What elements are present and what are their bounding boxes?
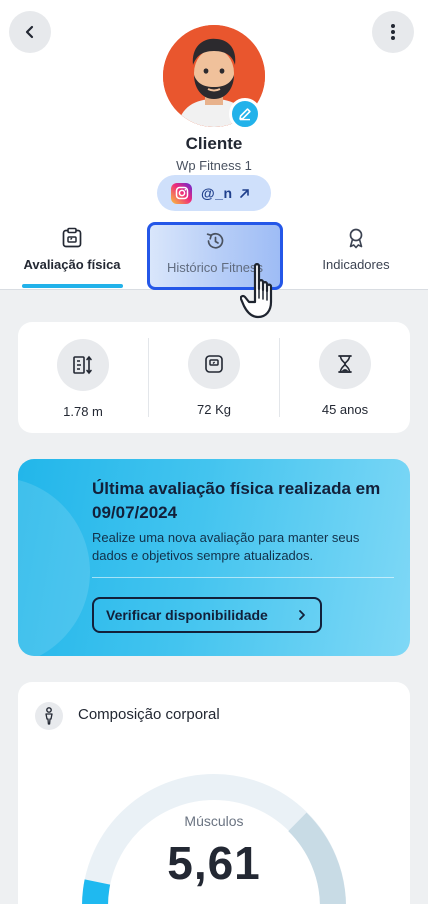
history-icon	[150, 230, 280, 254]
chevron-left-icon	[25, 25, 34, 39]
weight-value: 72 Kg	[197, 402, 231, 417]
height-value: 1.78 m	[63, 404, 103, 419]
body-stats-card: 1.78 m 72 Kg 45 anos	[18, 322, 410, 433]
pencil-icon	[239, 108, 251, 121]
scale-clipboard-icon	[12, 227, 132, 251]
chevron-right-icon	[298, 609, 306, 621]
banner-title: Última avaliação física realizada em 09/…	[92, 479, 381, 522]
hourglass-icon	[319, 339, 371, 389]
more-vertical-icon	[391, 24, 395, 40]
client-name: Cliente	[185, 134, 243, 153]
tab-label: Indicadores	[322, 257, 390, 272]
check-availability-button[interactable]: Verificar disponibilidade	[92, 597, 322, 633]
back-button[interactable]	[9, 11, 51, 53]
height-icon	[57, 339, 109, 391]
body-composition-card: Composição corporal Músculos 5,61	[18, 682, 410, 904]
stat-age: 45 anos	[279, 338, 410, 417]
last-assessment-banner: Última avaliação física realizada em 09/…	[18, 459, 410, 656]
instagram-icon	[171, 182, 192, 204]
button-label: Verificar disponibilidade	[106, 607, 268, 623]
instagram-handle: @_n	[201, 185, 233, 201]
award-icon	[300, 227, 412, 251]
profile-header: Cliente Wp Fitness 1 @_n Avaliação físic…	[0, 0, 428, 290]
gauge-value: 5,61	[167, 837, 261, 889]
edit-photo-button[interactable]	[229, 98, 261, 130]
tab-label: Avaliação física	[23, 257, 121, 272]
age-value: 45 anos	[321, 402, 369, 417]
company-name: Wp Fitness 1	[176, 158, 252, 173]
decorative-arc	[18, 477, 90, 656]
instagram-link[interactable]: @_n	[157, 175, 271, 211]
composition-title: Composição corporal	[78, 706, 220, 723]
avatar-container	[163, 25, 265, 130]
arrow-up-right-icon	[239, 188, 250, 199]
tab-avaliacao-fisica[interactable]: Avaliação física	[12, 222, 132, 288]
gauge-label: Músculos	[184, 813, 244, 829]
banner-text: Realize uma nova avaliação para manter s…	[92, 530, 360, 563]
more-options-button[interactable]	[372, 11, 414, 53]
stat-weight: 72 Kg	[148, 338, 279, 417]
weight-scale-icon	[188, 339, 240, 389]
stat-height: 1.78 m	[18, 322, 148, 433]
person-icon	[35, 702, 63, 730]
tab-indicadores[interactable]: Indicadores	[300, 222, 412, 288]
banner-divider	[92, 577, 394, 578]
hand-pointer-cursor	[240, 263, 273, 319]
active-tab-indicator	[22, 284, 123, 288]
